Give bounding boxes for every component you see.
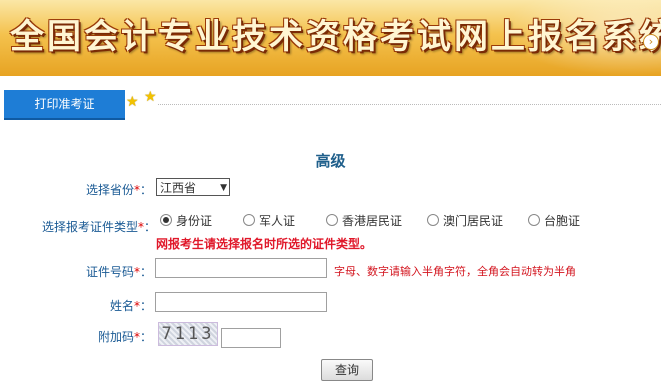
- id-type-label: 选择报考证件类型*：: [41, 220, 156, 234]
- captcha-image[interactable]: 7113: [158, 322, 218, 346]
- radio-icon[interactable]: [243, 214, 255, 226]
- query-form: 高级 选择省份*： 江西省 ▼ 选择报考证件类型*： 身份证 军人证 香港居民证 …: [0, 0, 661, 388]
- name-label: 姓名*：: [109, 299, 152, 313]
- radio-icon[interactable]: [326, 214, 338, 226]
- id-number-hint: 字母、数字请输入半角字符，全角会自动转为半角: [334, 265, 576, 278]
- submit-button[interactable]: 查询: [321, 359, 373, 381]
- captcha-label: 附加码*：: [97, 330, 152, 344]
- id-number-input[interactable]: [155, 258, 327, 278]
- radio-taiwan-compatriot[interactable]: 台胞证: [528, 212, 580, 229]
- radio-icon[interactable]: [160, 214, 172, 226]
- radio-icon[interactable]: [528, 214, 540, 226]
- name-input[interactable]: [155, 292, 327, 312]
- radio-id-card[interactable]: 身份证: [160, 212, 212, 229]
- province-select[interactable]: 江西省 ▼: [156, 178, 230, 196]
- id-type-radio-group: 身份证 军人证 香港居民证 澳门居民证 台胞证: [160, 212, 660, 232]
- radio-macau-resident[interactable]: 澳门居民证: [427, 212, 503, 229]
- province-label: 选择省份*：: [85, 183, 152, 197]
- radio-military-id[interactable]: 军人证: [243, 212, 295, 229]
- exam-level-heading: 高级: [315, 152, 346, 170]
- captcha-input[interactable]: [221, 328, 281, 348]
- id-number-label: 证件号码*：: [85, 265, 152, 279]
- id-type-warning: 网报考生请选择报名时所选的证件类型。: [156, 237, 373, 251]
- province-select-value: 江西省: [160, 181, 197, 195]
- radio-icon[interactable]: [427, 214, 439, 226]
- radio-hongkong-resident[interactable]: 香港居民证: [326, 212, 402, 229]
- chevron-down-icon: ▼: [220, 183, 227, 193]
